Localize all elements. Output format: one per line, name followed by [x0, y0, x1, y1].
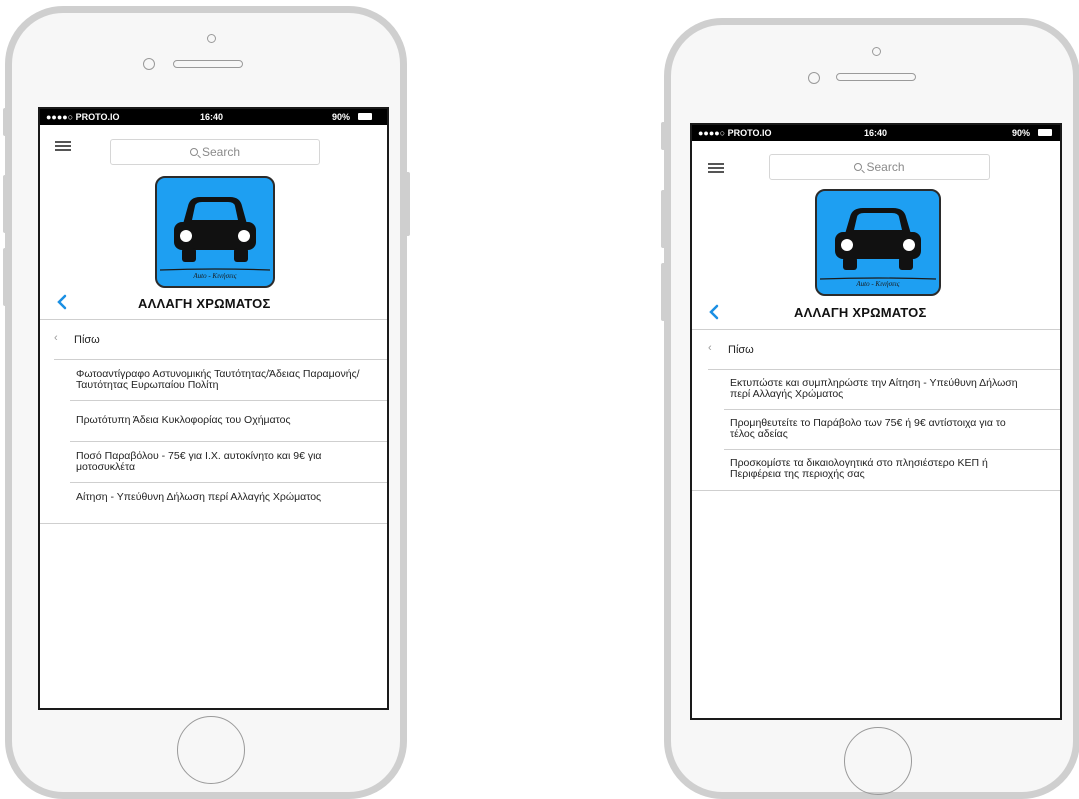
app-icon-caption: Auto - Κινήσεις — [193, 272, 237, 280]
proximity-sensor — [143, 58, 155, 70]
car-app-icon: Auto - Κινήσεις — [155, 176, 275, 288]
front-camera — [207, 34, 216, 43]
requirements-list: ‹ Πίσω Φωτοαντίγραφο Αστυνομικής Ταυτότη… — [40, 320, 387, 524]
search-placeholder: Search — [866, 160, 905, 174]
earpiece-speaker — [173, 60, 243, 68]
phone-screen-left: ●●●●○ PROTO.IO 16:40 90% Search Auto - Κ… — [38, 107, 389, 710]
status-bar: ●●●●○ PROTO.IO 16:40 90% — [40, 109, 387, 125]
search-input[interactable]: Search — [769, 154, 990, 180]
hamburger-menu-icon[interactable] — [55, 141, 71, 152]
hamburger-menu-icon[interactable] — [708, 163, 724, 174]
car-icon — [159, 197, 271, 271]
phone-screen-right: ●●●●○ PROTO.IO 16:40 90% Search Auto - Κ… — [690, 123, 1062, 720]
proximity-sensor — [808, 72, 820, 84]
back-label: Πίσω — [728, 344, 754, 356]
battery-percent: 90% — [1012, 128, 1031, 138]
time-label: 16:40 — [864, 128, 888, 138]
front-camera — [872, 47, 881, 56]
volume-up-button — [3, 175, 8, 233]
back-arrow-icon: ‹ — [708, 342, 712, 354]
search-placeholder: Search — [201, 145, 241, 159]
back-arrow-icon: ‹ — [54, 332, 58, 344]
back-chevron-icon[interactable] — [57, 294, 67, 310]
list-item: Αίτηση - Υπεύθυνη Δήλωση περί Αλλαγής Χρ… — [40, 483, 387, 524]
earpiece-speaker — [836, 73, 916, 81]
car-app-icon: Auto - Κινήσεις — [815, 189, 941, 296]
mute-switch — [3, 108, 8, 136]
search-icon — [854, 163, 863, 171]
list-item: Προμηθευτείτε το Παράβολο των 75€ ή 9€ α… — [724, 410, 1060, 450]
back-list-item[interactable]: ‹ Πίσω — [708, 330, 1060, 370]
volume-up-button — [661, 190, 666, 248]
carrier-label: ●●●●○ PROTO.IO — [46, 112, 120, 122]
page-title: ΑΛΛΑΓΗ ΧΡΩΜΑΤΟΣ — [794, 305, 927, 320]
battery-icon — [358, 113, 372, 120]
time-label: 16:40 — [200, 112, 224, 122]
steps-list: ‹ Πίσω Εκτυπώστε και συμπληρώστε την Αίτ… — [692, 330, 1060, 491]
phone-frame-left: ●●●●○ PROTO.IO 16:40 90% Search Auto - Κ… — [5, 6, 407, 799]
page-title: ΑΛΛΑΓΗ ΧΡΩΜΑΤΟΣ — [138, 296, 271, 311]
volume-down-button — [661, 263, 666, 321]
back-list-item[interactable]: ‹ Πίσω — [54, 320, 387, 360]
home-button[interactable] — [844, 727, 912, 795]
mute-switch — [661, 122, 666, 150]
battery-percent: 90% — [332, 112, 351, 122]
volume-down-button — [3, 248, 8, 306]
list-item: Εκτυπώστε και συμπληρώστε την Αίτηση - Υ… — [724, 370, 1060, 410]
list-item: Φωτοαντίγραφο Αστυνομικής Ταυτότητας/Άδε… — [70, 360, 387, 401]
car-icon — [819, 208, 937, 280]
status-bar: ●●●●○ PROTO.IO 16:40 90% — [692, 125, 1060, 141]
phone-frame-right: ●●●●○ PROTO.IO 16:40 90% Search Auto - Κ… — [664, 18, 1079, 799]
back-chevron-icon[interactable] — [709, 304, 719, 320]
app-icon-caption: Auto - Κινήσεις — [856, 280, 900, 288]
carrier-label: ●●●●○ PROTO.IO — [698, 128, 772, 138]
battery-icon — [1038, 129, 1052, 136]
list-item: Πρωτότυπη Άδεια Κυκλοφορίας του Οχήματος — [70, 401, 387, 442]
search-icon — [189, 148, 198, 156]
list-item: Ποσό Παραβόλου - 75€ για Ι.Χ. αυτοκίνητο… — [70, 442, 387, 483]
power-button — [405, 172, 410, 236]
home-button[interactable] — [177, 716, 245, 784]
back-label: Πίσω — [74, 334, 100, 346]
list-item: Προσκομίστε τα δικαιολογητικά στο πλησιέ… — [692, 450, 1060, 491]
search-input[interactable]: Search — [110, 139, 320, 165]
